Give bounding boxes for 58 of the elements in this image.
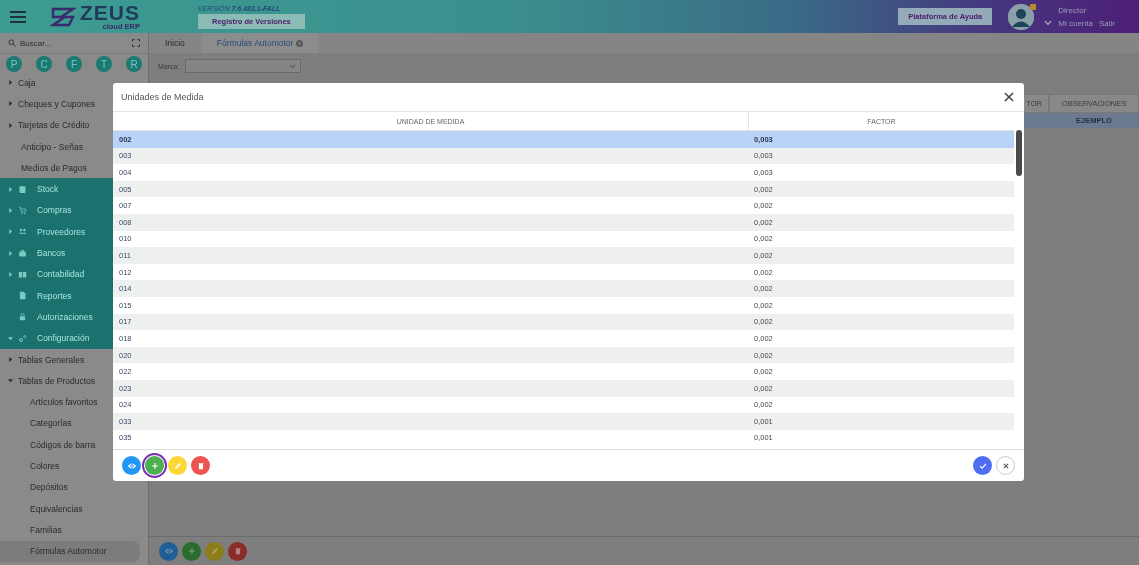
caret-right-icon — [8, 207, 13, 213]
confirm-button[interactable] — [973, 456, 992, 475]
caret-down-icon — [8, 378, 13, 384]
caret-right-icon — [8, 122, 13, 128]
plus-icon — [186, 546, 197, 556]
close-icon[interactable] — [1002, 90, 1016, 104]
view-button[interactable] — [122, 456, 141, 475]
sidebar-subitem[interactable]: Familias — [0, 519, 148, 541]
delete-button[interactable] — [191, 456, 210, 475]
dialog-title: Unidades de Medida — [121, 92, 204, 102]
sidebar-subitem[interactable]: Fórmulas Automotor — [0, 540, 140, 562]
delete-button[interactable] — [228, 541, 247, 561]
logo-name: ZEUS — [80, 2, 140, 24]
shortcut-button[interactable]: T — [96, 56, 112, 72]
scrollbar-thumb[interactable] — [1016, 130, 1022, 176]
tab[interactable]: Inicio — [149, 33, 201, 53]
people-icon — [18, 227, 27, 237]
avatar-icon[interactable] — [1008, 3, 1035, 30]
shortcut-button[interactable]: R — [126, 56, 142, 72]
account-link[interactable]: Mi cuenta — [1058, 18, 1093, 28]
menu-icon[interactable] — [10, 10, 26, 23]
caret-right-icon — [8, 271, 13, 277]
logout-link[interactable]: Salir — [1099, 18, 1115, 28]
sidebar-item[interactable]: Caja — [0, 72, 148, 94]
sidebar-subitem[interactable]: Equivalencias — [0, 497, 148, 520]
gears-icon — [18, 333, 27, 343]
lock-icon — [18, 312, 27, 322]
pencil-icon — [172, 460, 183, 471]
search-icon — [8, 39, 16, 47]
shortcut-button[interactable]: P — [6, 56, 22, 72]
add-button[interactable] — [145, 456, 164, 475]
plus-icon — [149, 460, 160, 471]
caret-right-icon — [8, 357, 13, 362]
shortcut-button[interactable]: C — [36, 56, 52, 72]
user-role: Director — [1057, 5, 1088, 15]
caret-right-icon — [8, 80, 13, 86]
pencil-icon — [209, 546, 220, 556]
fullscreen-icon[interactable] — [132, 39, 140, 47]
caret-right-icon — [8, 186, 13, 192]
shortcut-button[interactable]: F — [66, 56, 82, 72]
cart-icon — [18, 205, 27, 215]
document-icon — [18, 291, 27, 301]
open-book-icon — [18, 269, 27, 279]
cancel-button[interactable] — [996, 456, 1015, 475]
caret-right-icon — [8, 101, 13, 107]
logo-icon — [50, 6, 76, 27]
book-icon — [18, 184, 27, 194]
chevron-down-icon[interactable] — [1044, 20, 1053, 26]
chevron-down-icon — [289, 63, 297, 69]
caret-right-icon — [8, 250, 13, 256]
view-button[interactable] — [159, 541, 178, 561]
eye-icon — [163, 546, 174, 556]
tab[interactable]: Fórmulas Automotor — [200, 33, 320, 53]
briefcase-icon — [18, 248, 27, 258]
search-field[interactable]: Buscar... — [20, 38, 120, 48]
caret-right-icon — [8, 229, 13, 235]
sidebar-subitem[interactable]: Depósitos — [0, 476, 148, 498]
caret-down-icon — [8, 335, 13, 341]
